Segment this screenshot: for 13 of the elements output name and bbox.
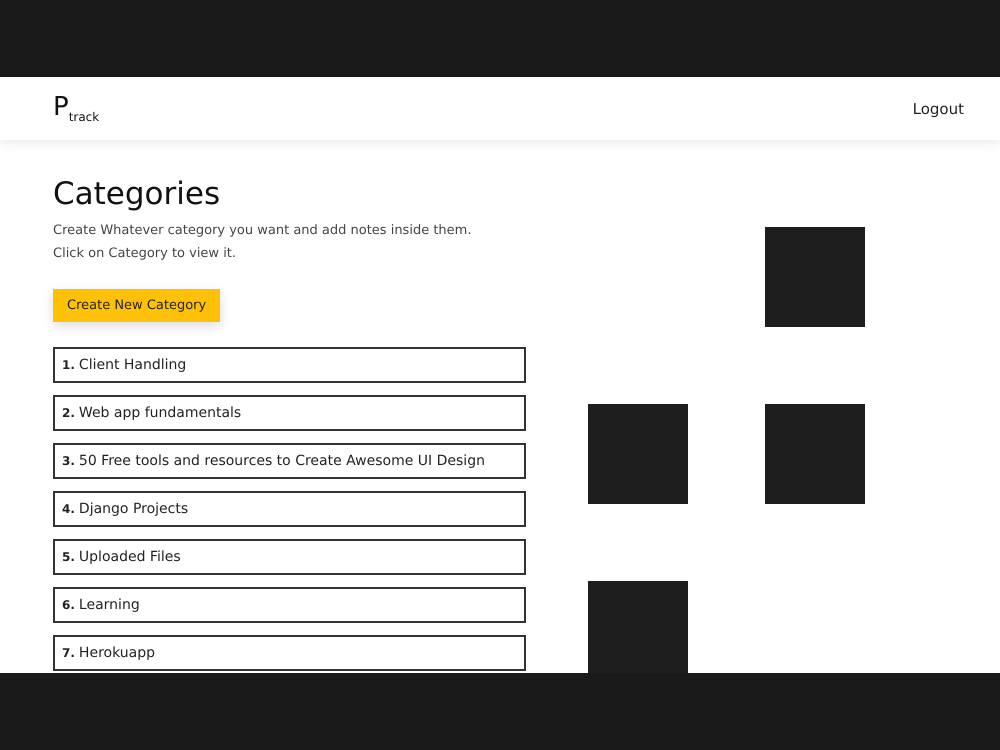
description-text: Create Whatever category you want and add notes inside them. xyxy=(53,222,472,240)
category-item[interactable]: 1. Client Handling xyxy=(53,347,526,384)
category-item[interactable]: 4. Django Projects xyxy=(53,491,526,528)
category-item[interactable]: 2. Web app fundamentals xyxy=(53,395,526,432)
create-category-button[interactable]: Create New Category xyxy=(53,289,220,322)
logout-link[interactable]: Logout xyxy=(912,100,964,118)
category-item[interactable]: 3. 50 Free tools and resources to Create Awesome UI Design xyxy=(53,443,526,480)
category-item[interactable]: 7. Herokuapp xyxy=(53,635,526,672)
logo[interactable]: P$_{track}$ xyxy=(53,94,100,123)
description-text: Click on Category to view it. xyxy=(53,245,236,264)
page-title: Categories xyxy=(53,177,220,212)
category-item[interactable]: 5. Uploaded Files xyxy=(53,539,526,576)
category-item[interactable]: 6. Learning xyxy=(53,587,526,624)
